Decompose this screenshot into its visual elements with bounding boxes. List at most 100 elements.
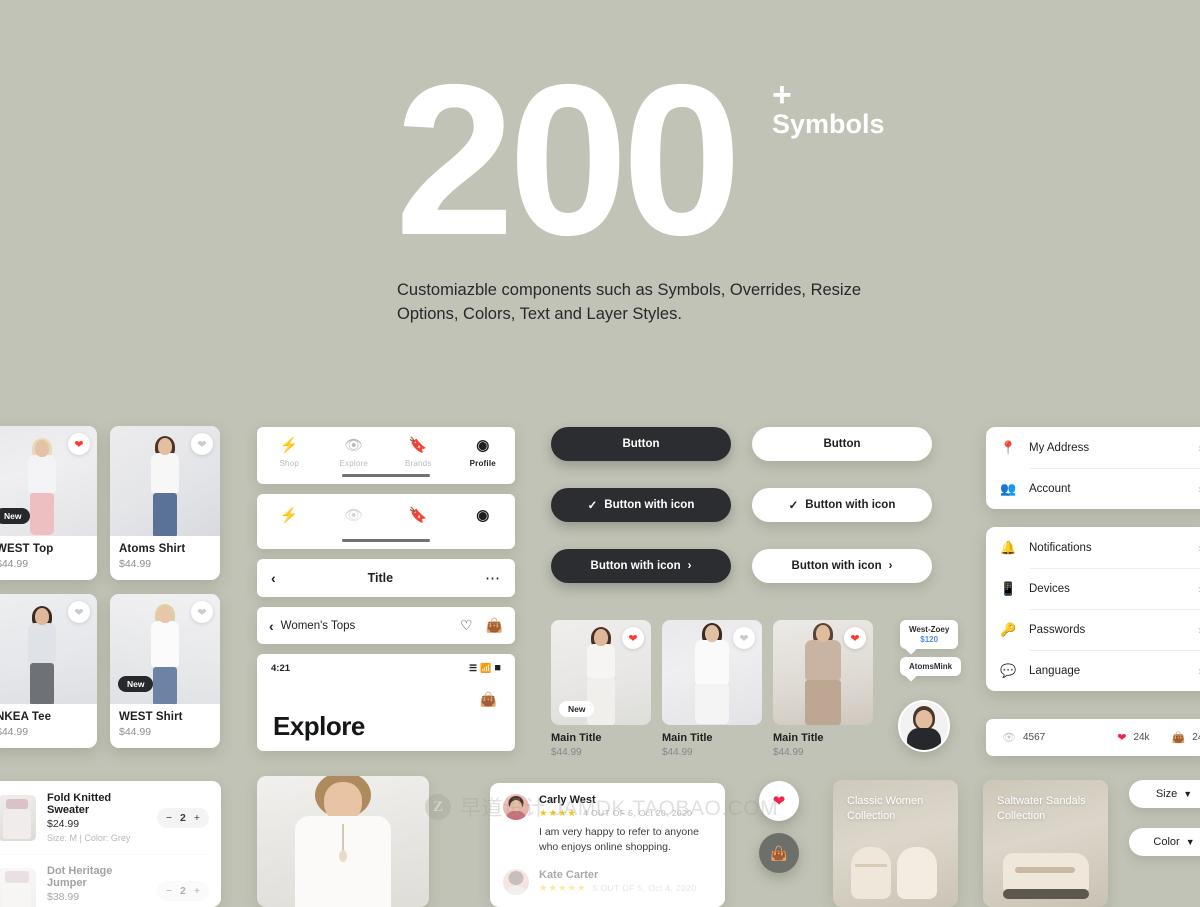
- settings-row-my-address[interactable]: 📍 My Address ›: [986, 427, 1200, 468]
- button-primary-with-chevron[interactable]: Button with icon ›: [551, 549, 731, 583]
- stat-orders[interactable]: 👜 248: [1172, 731, 1200, 744]
- increment-button[interactable]: +: [194, 885, 200, 897]
- avatar: [503, 869, 529, 895]
- favorite-button[interactable]: ❤: [68, 601, 90, 623]
- tab-profile[interactable]: ◉: [451, 508, 516, 524]
- cart-item-price: $24.99: [47, 818, 80, 830]
- home-indicator: [342, 473, 430, 477]
- quantity-value: 2: [180, 811, 186, 824]
- bag-fab[interactable]: 👜: [759, 833, 799, 873]
- tab-brands[interactable]: 🔖: [386, 508, 451, 524]
- decrement-button[interactable]: −: [166, 812, 172, 824]
- settings-label: Notifications: [1029, 541, 1092, 554]
- settings-row-account[interactable]: 👥 Account ›: [986, 468, 1200, 509]
- bell-icon: 🔔: [1000, 539, 1017, 555]
- settings-group-account: 📍 My Address › 👥 Account ›: [986, 427, 1200, 509]
- gallery-card[interactable]: ❤ Main Title $44.99: [773, 620, 873, 758]
- explore-screen-header: 4:21 ☰ 📶 ■ 👜 Explore: [257, 654, 515, 751]
- gallery-photo: ❤ New: [551, 620, 651, 725]
- settings-row-language[interactable]: 💬 Language ›: [986, 650, 1200, 691]
- favorite-button[interactable]: ❤: [191, 433, 213, 455]
- cart-row[interactable]: Fold Knitted Sweater $24.99 Size: M | Co…: [0, 781, 221, 854]
- product-card[interactable]: ❤ New WEST Shirt $44.99: [110, 594, 220, 748]
- favorite-button[interactable]: ❤: [622, 627, 644, 649]
- stat-likes[interactable]: ❤ 24k: [1117, 731, 1149, 744]
- collection-card[interactable]: Saltwater Sandals Collection: [983, 780, 1108, 907]
- gallery-title: Main Title: [551, 732, 602, 744]
- tab-label: Shop: [279, 459, 299, 468]
- stat-views[interactable]: 👁 4567: [1002, 731, 1045, 744]
- product-card[interactable]: ❤ NKEA Tee $44.99: [0, 594, 97, 748]
- button-secondary-with-check[interactable]: ✓ Button with icon: [752, 488, 932, 522]
- button-secondary[interactable]: Button: [752, 427, 932, 461]
- hero-plus-symbol: +: [772, 76, 792, 114]
- check-icon: ✓: [788, 500, 799, 512]
- hero-subtitle: Customiazble components such as Symbols,…: [397, 281, 862, 323]
- product-tooltip[interactable]: AtomsMink: [900, 657, 962, 676]
- favorite-button[interactable]: ❤: [844, 627, 866, 649]
- button-primary-with-check[interactable]: ✓ Button with icon: [551, 488, 731, 522]
- favorite-button[interactable]: ❤: [68, 433, 90, 455]
- lookbook-photo[interactable]: [257, 776, 429, 907]
- gallery-card[interactable]: ❤ Main Title $44.99: [662, 620, 762, 758]
- favorite-button[interactable]: ❤: [733, 627, 755, 649]
- stat-value: 4567: [1022, 732, 1046, 743]
- tab-bar-active[interactable]: ⚡ Shop 👁 Explore 🔖 Brands ◉ Profile: [257, 427, 515, 484]
- settings-row-passwords[interactable]: 🔑 Passwords ›: [986, 609, 1200, 650]
- collection-card[interactable]: Classic Women Collection: [833, 780, 958, 907]
- cart-row[interactable]: Dot Heritage Jumper $38.99 Size: M | Col…: [0, 854, 221, 907]
- tab-explore[interactable]: 👁 Explore: [322, 438, 387, 469]
- check-icon: ✓: [587, 500, 598, 512]
- button-primary[interactable]: Button: [551, 427, 731, 461]
- review-text: I am very happy to refer to anyone who e…: [539, 826, 699, 853]
- tab-explore[interactable]: 👁: [322, 508, 387, 524]
- tab-shop[interactable]: ⚡ Shop: [257, 438, 322, 469]
- status-icons: ☰ 📶 ■: [469, 662, 501, 674]
- tab-profile[interactable]: ◉ Profile: [451, 438, 516, 469]
- phone-icon: 📱: [1000, 580, 1017, 596]
- button-secondary-with-chevron[interactable]: Button with icon ›: [752, 549, 932, 583]
- heart-outline-icon[interactable]: ♡: [460, 617, 473, 634]
- settings-label: Passwords: [1029, 623, 1086, 636]
- product-card[interactable]: ❤ Atoms Shirt $44.99: [110, 426, 220, 580]
- tab-brands[interactable]: 🔖 Brands: [386, 438, 451, 469]
- bag-icon[interactable]: 👜: [486, 617, 503, 634]
- nav-bar-category[interactable]: ‹ Women's Tops ♡ 👜: [257, 607, 515, 644]
- color-filter-chip[interactable]: Color ▼: [1129, 828, 1200, 856]
- tab-bar-icons-only[interactable]: ⚡ 👁 🔖 ◉: [257, 494, 515, 549]
- review-author: Carly West: [539, 794, 596, 806]
- settings-row-devices[interactable]: 📱 Devices ›: [986, 568, 1200, 609]
- product-tooltip[interactable]: West-Zoey $120: [900, 620, 959, 649]
- favorite-fab[interactable]: ❤: [759, 781, 799, 821]
- tab-shop[interactable]: ⚡: [257, 508, 322, 524]
- review-meta: 5 OUT OF 5, Oct 4, 2020: [592, 883, 697, 893]
- cart-item-name: Dot Heritage Jumper: [47, 865, 113, 889]
- page-title: Explore: [273, 711, 365, 741]
- avatar[interactable]: [898, 700, 950, 752]
- review-author: Kate Carter: [539, 869, 599, 881]
- quantity-stepper[interactable]: − 2 +: [156, 880, 209, 901]
- key-icon: 🔑: [1000, 621, 1017, 637]
- settings-row-notifications[interactable]: 🔔 Notifications ›: [986, 527, 1200, 568]
- heart-icon: ❤: [197, 438, 207, 451]
- size-filter-chip[interactable]: Size ▼: [1129, 780, 1200, 808]
- gallery-card[interactable]: ❤ New Main Title $44.99: [551, 620, 651, 758]
- quantity-stepper[interactable]: − 2 +: [156, 807, 209, 828]
- bookmark-icon: 🔖: [408, 507, 428, 524]
- bag-ghost-icon[interactable]: 👜: [480, 691, 497, 708]
- decrement-button[interactable]: −: [166, 885, 172, 897]
- heart-icon: ❤: [850, 632, 860, 645]
- product-title: NKEA Tee: [0, 711, 52, 723]
- cart-info: Fold Knitted Sweater $24.99 Size: M | Co…: [47, 792, 146, 843]
- collection-title: Saltwater Sandals Collection: [997, 795, 1086, 822]
- nav-bar-title[interactable]: ‹ Title ⋯: [257, 559, 515, 597]
- product-card[interactable]: ❤ New WEST Top $44.99: [0, 426, 97, 580]
- nav-title: Title: [367, 571, 394, 585]
- increment-button[interactable]: +: [194, 812, 200, 824]
- more-dots-icon[interactable]: ⋯: [485, 569, 501, 587]
- home-indicator: [342, 538, 430, 542]
- chevron-left-icon[interactable]: ‹: [269, 618, 274, 634]
- tooltip-name: AtomsMink: [909, 662, 953, 671]
- review-item: Kate Carter ★★★★★ 5 OUT OF 5, Oct 4, 202…: [503, 869, 712, 895]
- favorite-button[interactable]: ❤: [191, 601, 213, 623]
